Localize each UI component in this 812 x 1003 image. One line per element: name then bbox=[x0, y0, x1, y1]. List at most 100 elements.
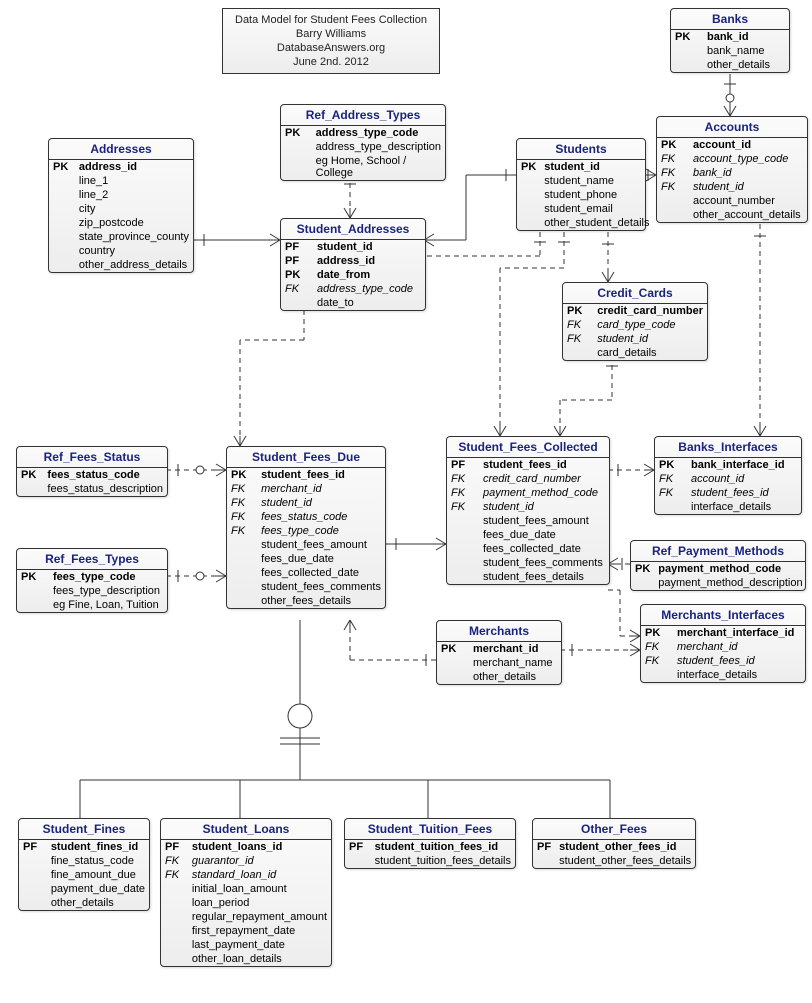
table-row: PFstudent_id bbox=[281, 240, 425, 254]
column-name: fine_amount_due bbox=[47, 868, 149, 882]
column-key bbox=[161, 938, 188, 952]
table-row: PKbank_interface_id bbox=[655, 458, 801, 472]
column-name: student_id bbox=[540, 160, 653, 174]
column-key: PF bbox=[281, 240, 313, 254]
column-name: bank_interface_id bbox=[687, 458, 801, 472]
column-name: account_id bbox=[687, 472, 801, 486]
table-row: student_fees_comments bbox=[227, 580, 385, 594]
table-row: FKstudent_fees_id bbox=[655, 486, 801, 500]
column-key: PK bbox=[657, 138, 689, 152]
table-row: date_to bbox=[281, 296, 425, 310]
column-name: fees_due_date bbox=[257, 552, 385, 566]
column-key bbox=[161, 952, 188, 966]
column-name: merchant_id bbox=[257, 482, 385, 496]
column-key bbox=[631, 576, 654, 590]
table-row: FKaddress_type_code bbox=[281, 282, 425, 296]
column-key: FK bbox=[161, 854, 188, 868]
table-row: other_details bbox=[671, 58, 789, 72]
column-key bbox=[657, 194, 689, 208]
table-row: PKmerchant_id bbox=[437, 642, 561, 656]
entity-title: Accounts bbox=[657, 117, 807, 138]
column-key: PK bbox=[671, 30, 703, 44]
table-row: FKaccount_type_code bbox=[657, 152, 807, 166]
column-key bbox=[161, 896, 188, 910]
table-row: fees_collected_date bbox=[447, 542, 609, 556]
entity-columns: PKaddress_type_codeaddress_type_descript… bbox=[281, 126, 445, 180]
meta-title: Data Model for Student Fees Collection bbox=[231, 13, 431, 27]
table-row: PFstudent_tuition_fees_id bbox=[345, 840, 515, 854]
table-row: first_repayment_date bbox=[161, 924, 331, 938]
table-row: FKcard_type_code bbox=[563, 318, 707, 332]
table-row: other_account_details bbox=[657, 208, 807, 222]
entity-student_addresses: Student_AddressesPFstudent_idPFaddress_i… bbox=[280, 218, 426, 311]
entity-students: StudentsPKstudent_idstudent_namestudent_… bbox=[516, 138, 646, 231]
column-name: bank_name bbox=[703, 44, 789, 58]
column-key: PK bbox=[655, 458, 687, 472]
column-name: student_fees_id bbox=[257, 468, 385, 482]
column-key bbox=[563, 346, 593, 360]
table-row: fees_type_description bbox=[17, 584, 167, 598]
column-key: PK bbox=[281, 126, 312, 140]
column-name: fees_type_code bbox=[49, 570, 167, 584]
column-name: payment_due_date bbox=[47, 882, 149, 896]
column-key bbox=[657, 208, 689, 222]
table-row: line_2 bbox=[49, 188, 193, 202]
entity-title: Ref_Payment_Methods bbox=[631, 541, 805, 562]
column-key bbox=[533, 854, 555, 868]
column-key bbox=[49, 202, 75, 216]
table-row: FKstudent_id bbox=[227, 496, 385, 510]
table-row: city bbox=[49, 202, 193, 216]
column-key bbox=[281, 296, 313, 310]
column-key bbox=[17, 482, 43, 496]
table-row: fees_status_description bbox=[17, 482, 167, 496]
entity-columns: PKfees_type_codefees_type_descriptioneg … bbox=[17, 570, 167, 612]
table-row: FKcredit_card_number bbox=[447, 472, 609, 486]
column-name: account_number bbox=[689, 194, 807, 208]
table-row: PKstudent_id bbox=[517, 160, 653, 174]
table-row: eg Home, School / College bbox=[281, 154, 445, 180]
column-name: student_fees_comments bbox=[257, 580, 385, 594]
column-key bbox=[671, 58, 703, 72]
column-key bbox=[517, 216, 540, 230]
column-key bbox=[49, 258, 75, 272]
table-row: country bbox=[49, 244, 193, 258]
column-key bbox=[447, 542, 479, 556]
column-key: FK bbox=[657, 180, 689, 194]
table-row: FKstandard_loan_id bbox=[161, 868, 331, 882]
column-key bbox=[17, 598, 49, 612]
column-name: fees_type_description bbox=[49, 584, 167, 598]
column-name: account_type_code bbox=[689, 152, 807, 166]
column-key bbox=[49, 216, 75, 230]
entity-title: Student_Fees_Collected bbox=[447, 437, 609, 458]
column-name: standard_loan_id bbox=[188, 868, 331, 882]
column-key bbox=[19, 868, 47, 882]
column-name: merchant_name bbox=[469, 656, 561, 670]
table-row: PKfees_status_code bbox=[17, 468, 167, 482]
table-row: FKaccount_id bbox=[655, 472, 801, 486]
column-name: date_to bbox=[313, 296, 425, 310]
entity-columns: PKaddress_idline_1line_2cityzip_postcode… bbox=[49, 160, 193, 272]
table-row: PKaddress_type_code bbox=[281, 126, 445, 140]
entity-title: Students bbox=[517, 139, 645, 160]
column-key bbox=[19, 854, 47, 868]
column-key: PK bbox=[563, 304, 593, 318]
column-name: other_details bbox=[47, 896, 149, 910]
entity-title: Student_Tuition_Fees bbox=[345, 819, 515, 840]
entity-accounts: AccountsPKaccount_idFKaccount_type_codeF… bbox=[656, 116, 808, 223]
entity-ref_fees_status: Ref_Fees_StatusPKfees_status_codefees_st… bbox=[16, 446, 168, 497]
table-row: fees_due_date bbox=[227, 552, 385, 566]
column-key: FK bbox=[563, 332, 593, 346]
column-key bbox=[517, 174, 540, 188]
column-name: address_type_description bbox=[312, 140, 445, 154]
column-key bbox=[49, 174, 75, 188]
table-row: PFstudent_loans_id bbox=[161, 840, 331, 854]
column-name: bank_id bbox=[703, 30, 789, 44]
column-name: student_id bbox=[689, 180, 807, 194]
column-key bbox=[161, 924, 188, 938]
column-key bbox=[227, 594, 257, 608]
column-key bbox=[281, 140, 312, 154]
column-name: student_fees_amount bbox=[479, 514, 609, 528]
table-row: PKstudent_fees_id bbox=[227, 468, 385, 482]
column-key bbox=[655, 500, 687, 514]
column-name: student_fees_amount bbox=[257, 538, 385, 552]
